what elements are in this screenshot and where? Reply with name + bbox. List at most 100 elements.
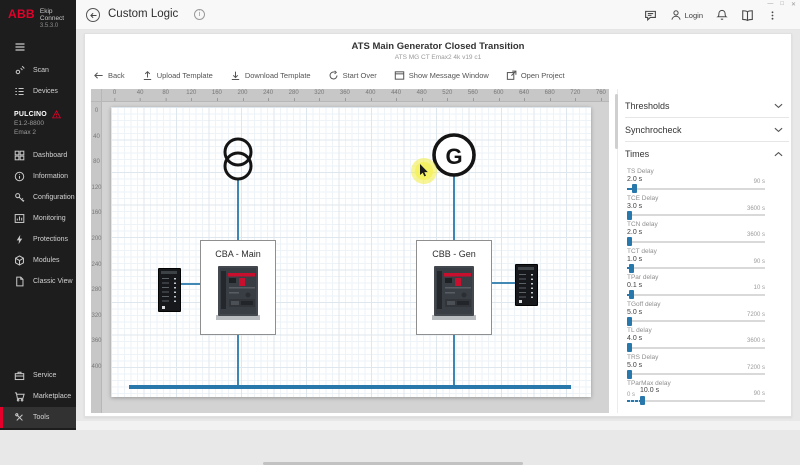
- monitoring-icon: [14, 213, 25, 224]
- ruler-tick-label: 0: [94, 108, 99, 114]
- show-message-window-button[interactable]: Show Message Window: [394, 70, 489, 81]
- sidebar-item-modules[interactable]: Modules: [0, 250, 76, 271]
- slider-handle[interactable]: [629, 263, 635, 273]
- breaker-node-cba[interactable]: CBA - Main: [200, 240, 276, 335]
- slider-handle[interactable]: [627, 316, 633, 326]
- start-over-button[interactable]: Start Over: [328, 70, 377, 81]
- cursor-highlight: [411, 158, 437, 184]
- back-button[interactable]: Back: [93, 70, 125, 81]
- slider-track[interactable]: [627, 210, 765, 220]
- titlebar: Custom Logic i Login — □ ✕: [76, 0, 800, 30]
- slider-track[interactable]: [627, 316, 765, 326]
- device-info[interactable]: PULCINO E1.2-8800 Emax 2: [0, 102, 76, 143]
- comment-icon[interactable]: [644, 9, 657, 22]
- upload-template-button[interactable]: Upload Template: [142, 70, 213, 81]
- diagram-page[interactable]: G CBA - Main CBB - Gen: [111, 107, 591, 397]
- slider-handle[interactable]: [631, 184, 637, 193]
- sidebar-item-scan[interactable]: Scan: [0, 60, 76, 81]
- slider-handle[interactable]: [627, 343, 633, 352]
- chevron-down-icon: [774, 127, 783, 133]
- sidebar-item-information[interactable]: Information: [0, 166, 76, 187]
- minimize-icon[interactable]: —: [767, 1, 773, 8]
- slider-value: 4.0 s: [627, 335, 643, 342]
- vertical-ruler: 0 40 80 120 160 200 240 280 320 360 400: [91, 102, 102, 413]
- slider-track[interactable]: [627, 184, 765, 193]
- sidebar-item-dashboard[interactable]: Dashboard: [0, 145, 76, 166]
- slider-track[interactable]: [627, 369, 765, 379]
- sidebar-item-monitoring[interactable]: Monitoring: [0, 208, 76, 229]
- slider-value: 2.0 s: [627, 229, 643, 236]
- section-header-thresholds[interactable]: Thresholds: [625, 94, 789, 117]
- slider-label: TRS Delay: [627, 353, 659, 361]
- breaker-node-cbb[interactable]: CBB - Gen: [416, 240, 492, 335]
- sidebar-item-devices[interactable]: Devices: [0, 81, 76, 102]
- slider-track[interactable]: [627, 263, 765, 273]
- slider-label: TCE Delay: [627, 194, 659, 202]
- slider-tparmax-delay: TParMax delay 10.0 s 0 s 90 s: [625, 380, 789, 407]
- transformer-symbol[interactable]: [223, 137, 253, 181]
- slider-track[interactable]: [627, 237, 765, 246]
- open-project-button[interactable]: Open Project: [506, 70, 565, 81]
- hamburger-menu-button[interactable]: [0, 38, 76, 56]
- vertical-scrollbar[interactable]: [615, 94, 618, 149]
- sidebar-item-configuration[interactable]: Configuration: [0, 187, 76, 208]
- slider-handle[interactable]: [627, 369, 633, 379]
- generator-symbol[interactable]: G: [432, 133, 476, 177]
- slider-tce-delay: TCE Delay 3.0 s 3600 s: [625, 195, 789, 222]
- ruler-tick-label: 320: [314, 90, 325, 101]
- section-header-times[interactable]: Times: [625, 142, 789, 165]
- section-header-synchrocheck[interactable]: Synchrocheck: [625, 118, 789, 141]
- configuration-icon: [14, 192, 25, 203]
- warning-triangle-icon: [51, 110, 61, 119]
- sidebar-item-service[interactable]: Service: [0, 365, 76, 386]
- sidebar-item-tools[interactable]: Tools: [0, 407, 76, 428]
- sidebar-item-protections[interactable]: Protections: [0, 229, 76, 250]
- close-icon[interactable]: ✕: [791, 1, 796, 8]
- slider-max-label: 3600 s: [746, 232, 765, 238]
- breaker-image: [432, 266, 476, 320]
- ekip-module-a[interactable]: [158, 268, 181, 312]
- sidebar-item-classic-view[interactable]: Classic View: [0, 271, 76, 292]
- kebab-menu-icon[interactable]: [767, 10, 778, 21]
- ruler-tick-label: 200: [91, 236, 102, 242]
- maximize-icon[interactable]: □: [780, 1, 784, 8]
- app-version: 3.5.3.0: [39, 23, 59, 29]
- slider-handle[interactable]: [627, 210, 633, 220]
- slider-track[interactable]: [627, 343, 765, 352]
- marketplace-icon: [14, 391, 25, 402]
- ekip-module-b[interactable]: [515, 264, 538, 306]
- login-button[interactable]: Login: [670, 9, 703, 21]
- download-template-button[interactable]: Download Template: [230, 70, 311, 81]
- ruler-tick-label: 160: [91, 210, 102, 217]
- sidebar-item-marketplace[interactable]: Marketplace: [0, 386, 76, 407]
- slider-max-label: 90 s: [753, 258, 765, 265]
- slider-value: 0.1 s: [627, 282, 643, 289]
- device-model: E1.2-8800: [14, 120, 44, 127]
- bell-icon[interactable]: [716, 9, 728, 21]
- slider-track[interactable]: [627, 290, 765, 299]
- sidebar-item-label: Configuration: [33, 194, 75, 201]
- ruler-tick-label: 40: [136, 90, 144, 101]
- slider-track[interactable]: [627, 396, 765, 405]
- ruler-corner: [91, 89, 102, 102]
- slider-value: 5.0 s: [627, 308, 643, 316]
- ruler-tick-label: 640: [519, 90, 530, 101]
- slider-handle[interactable]: [627, 237, 633, 246]
- slider-label: TCT delay: [627, 247, 657, 255]
- ruler-tick-label: 160: [211, 90, 222, 101]
- slider-label: TL delay: [627, 327, 652, 334]
- reader-icon[interactable]: [741, 9, 754, 22]
- slider-handle[interactable]: [629, 290, 635, 299]
- breaker-node-title: CBA - Main: [215, 249, 261, 259]
- app-name: Ekip Connect: [39, 8, 65, 22]
- info-icon[interactable]: i: [194, 9, 205, 20]
- ruler-tick-label: 480: [416, 90, 427, 101]
- slider-handle[interactable]: [640, 396, 646, 405]
- bottom-strip: [76, 421, 800, 430]
- ruler-tick-label: 120: [91, 184, 102, 191]
- ruler-tick-label: 760: [595, 90, 606, 101]
- ruler-tick-label: 200: [237, 90, 248, 101]
- slider-label: TParMax delay: [627, 380, 671, 387]
- back-circle-button[interactable]: [86, 8, 100, 22]
- slider-value: 10.0 s: [640, 387, 660, 394]
